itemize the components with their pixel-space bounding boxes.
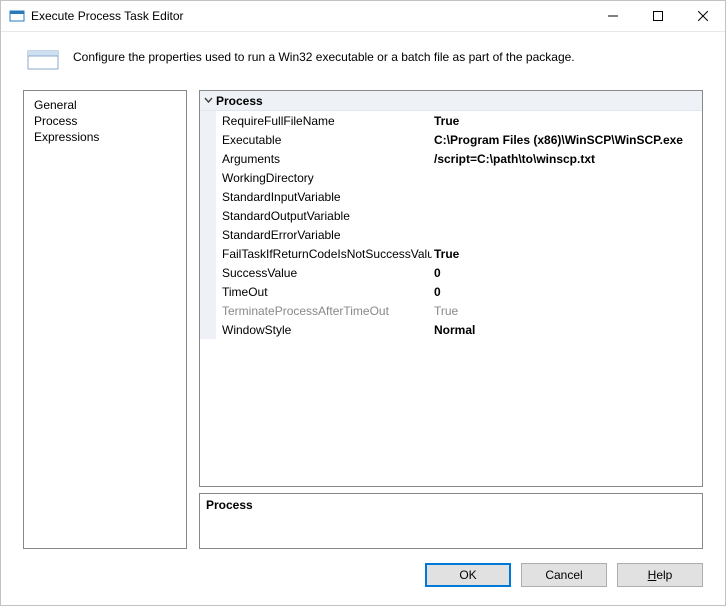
row-indent bbox=[200, 282, 216, 301]
property-value[interactable]: /script=C:\path\to\winscp.txt bbox=[432, 152, 702, 166]
right-pane: Process RequireFullFileNameTrueExecutabl… bbox=[199, 90, 703, 549]
property-row[interactable]: WorkingDirectory bbox=[200, 168, 702, 187]
row-indent bbox=[200, 206, 216, 225]
property-name: SuccessValue bbox=[216, 266, 432, 280]
property-name: Executable bbox=[216, 133, 432, 147]
property-name: WorkingDirectory bbox=[216, 171, 432, 185]
property-value[interactable]: True bbox=[432, 304, 702, 318]
property-name: Arguments bbox=[216, 152, 432, 166]
row-indent bbox=[200, 168, 216, 187]
button-row: OK Cancel Help bbox=[1, 549, 725, 605]
sidebar-item-expressions[interactable]: Expressions bbox=[24, 129, 186, 145]
property-row[interactable]: RequireFullFileNameTrue bbox=[200, 111, 702, 130]
sidebar-item-label: Expressions bbox=[34, 130, 99, 144]
cancel-button-label: Cancel bbox=[545, 568, 582, 582]
maximize-button[interactable] bbox=[635, 2, 680, 31]
category-title: Process bbox=[216, 94, 263, 108]
property-row[interactable]: SuccessValue0 bbox=[200, 263, 702, 282]
row-indent bbox=[200, 244, 216, 263]
row-indent bbox=[200, 263, 216, 282]
property-row[interactable]: WindowStyleNormal bbox=[200, 320, 702, 339]
close-button[interactable] bbox=[680, 2, 725, 31]
property-name: FailTaskIfReturnCodeIsNotSuccessValue bbox=[216, 247, 432, 261]
property-name: WindowStyle bbox=[216, 323, 432, 337]
row-indent bbox=[200, 225, 216, 244]
property-row[interactable]: Arguments/script=C:\path\to\winscp.txt bbox=[200, 149, 702, 168]
property-row[interactable]: StandardOutputVariable bbox=[200, 206, 702, 225]
row-indent bbox=[200, 320, 216, 339]
property-row[interactable]: ExecutableC:\Program Files (x86)\WinSCP\… bbox=[200, 130, 702, 149]
property-name: TimeOut bbox=[216, 285, 432, 299]
ok-button[interactable]: OK bbox=[425, 563, 511, 587]
property-row[interactable]: StandardErrorVariable bbox=[200, 225, 702, 244]
property-rows: RequireFullFileNameTrueExecutableC:\Prog… bbox=[200, 111, 702, 339]
property-value[interactable]: True bbox=[432, 247, 702, 261]
sidebar: General Process Expressions bbox=[23, 90, 187, 549]
sidebar-item-process[interactable]: Process bbox=[24, 113, 186, 129]
row-indent bbox=[200, 111, 216, 130]
collapse-toggle-icon[interactable] bbox=[200, 96, 216, 105]
help-button-label: Help bbox=[648, 568, 673, 582]
titlebar[interactable]: Execute Process Task Editor bbox=[1, 1, 725, 32]
description-panel: Process bbox=[199, 493, 703, 549]
property-name: StandardErrorVariable bbox=[216, 228, 432, 242]
property-value[interactable]: C:\Program Files (x86)\WinSCP\WinSCP.exe bbox=[432, 133, 702, 147]
description-text: Configure the properties used to run a W… bbox=[73, 48, 575, 64]
sidebar-item-label: General bbox=[34, 98, 77, 112]
sidebar-item-general[interactable]: General bbox=[24, 97, 186, 113]
window-title: Execute Process Task Editor bbox=[31, 9, 590, 23]
property-row[interactable]: TimeOut0 bbox=[200, 282, 702, 301]
dialog-window: Execute Process Task Editor Configure th… bbox=[0, 0, 726, 606]
property-value[interactable]: 0 bbox=[432, 285, 702, 299]
sidebar-item-label: Process bbox=[34, 114, 77, 128]
property-grid[interactable]: Process RequireFullFileNameTrueExecutabl… bbox=[199, 90, 703, 487]
minimize-button[interactable] bbox=[590, 2, 635, 31]
row-indent bbox=[200, 149, 216, 168]
description-panel-title: Process bbox=[206, 498, 696, 512]
property-row[interactable]: StandardInputVariable bbox=[200, 187, 702, 206]
property-value[interactable]: Normal bbox=[432, 323, 702, 337]
body-area: General Process Expressions Process bbox=[1, 80, 725, 549]
help-button[interactable]: Help bbox=[617, 563, 703, 587]
property-value[interactable]: True bbox=[432, 114, 702, 128]
row-indent bbox=[200, 187, 216, 206]
property-value[interactable]: 0 bbox=[432, 266, 702, 280]
property-name: TerminateProcessAfterTimeOut bbox=[216, 304, 432, 318]
row-indent bbox=[200, 130, 216, 149]
property-row[interactable]: TerminateProcessAfterTimeOutTrue bbox=[200, 301, 702, 320]
task-icon bbox=[27, 48, 59, 72]
app-icon bbox=[9, 8, 25, 24]
property-name: RequireFullFileName bbox=[216, 114, 432, 128]
row-indent bbox=[200, 301, 216, 320]
category-header[interactable]: Process bbox=[200, 91, 702, 111]
ok-button-label: OK bbox=[459, 568, 476, 582]
property-name: StandardOutputVariable bbox=[216, 209, 432, 223]
description-row: Configure the properties used to run a W… bbox=[1, 32, 725, 80]
property-row[interactable]: FailTaskIfReturnCodeIsNotSuccessValueTru… bbox=[200, 244, 702, 263]
cancel-button[interactable]: Cancel bbox=[521, 563, 607, 587]
property-name: StandardInputVariable bbox=[216, 190, 432, 204]
